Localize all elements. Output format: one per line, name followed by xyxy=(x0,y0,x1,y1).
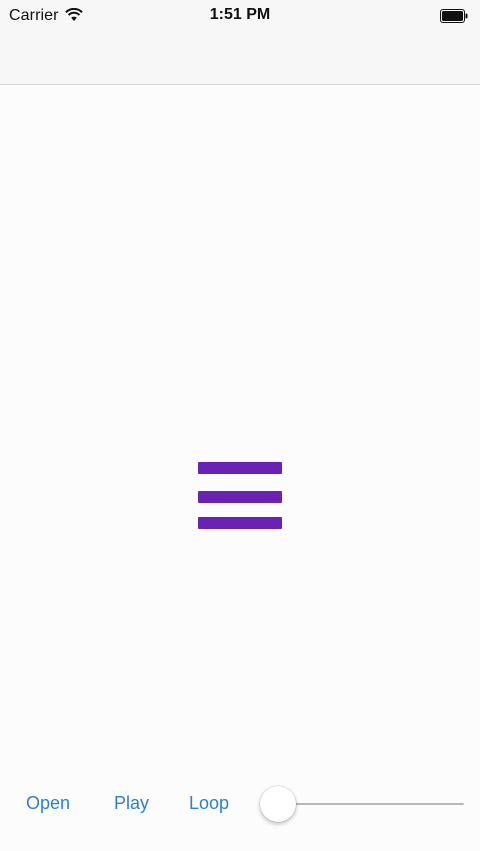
progress-slider[interactable] xyxy=(260,786,464,822)
play-button[interactable]: Play xyxy=(114,793,149,814)
loop-button[interactable]: Loop xyxy=(189,793,229,814)
hamburger-menu-icon[interactable] xyxy=(198,462,282,532)
open-button[interactable]: Open xyxy=(26,793,70,814)
top-bar: Carrier 1:51 PM xyxy=(0,0,480,85)
status-time: 1:51 PM xyxy=(209,6,271,23)
bottom-toolbar: Open Play Loop xyxy=(0,770,480,840)
slider-thumb[interactable] xyxy=(260,786,296,822)
menu-bar-bottom xyxy=(198,517,282,529)
menu-bar-top xyxy=(198,462,282,474)
battery-icon xyxy=(440,9,468,23)
main-content xyxy=(0,85,480,765)
menu-bar-middle xyxy=(198,491,282,503)
status-bar: Carrier 1:51 PM xyxy=(0,0,480,32)
